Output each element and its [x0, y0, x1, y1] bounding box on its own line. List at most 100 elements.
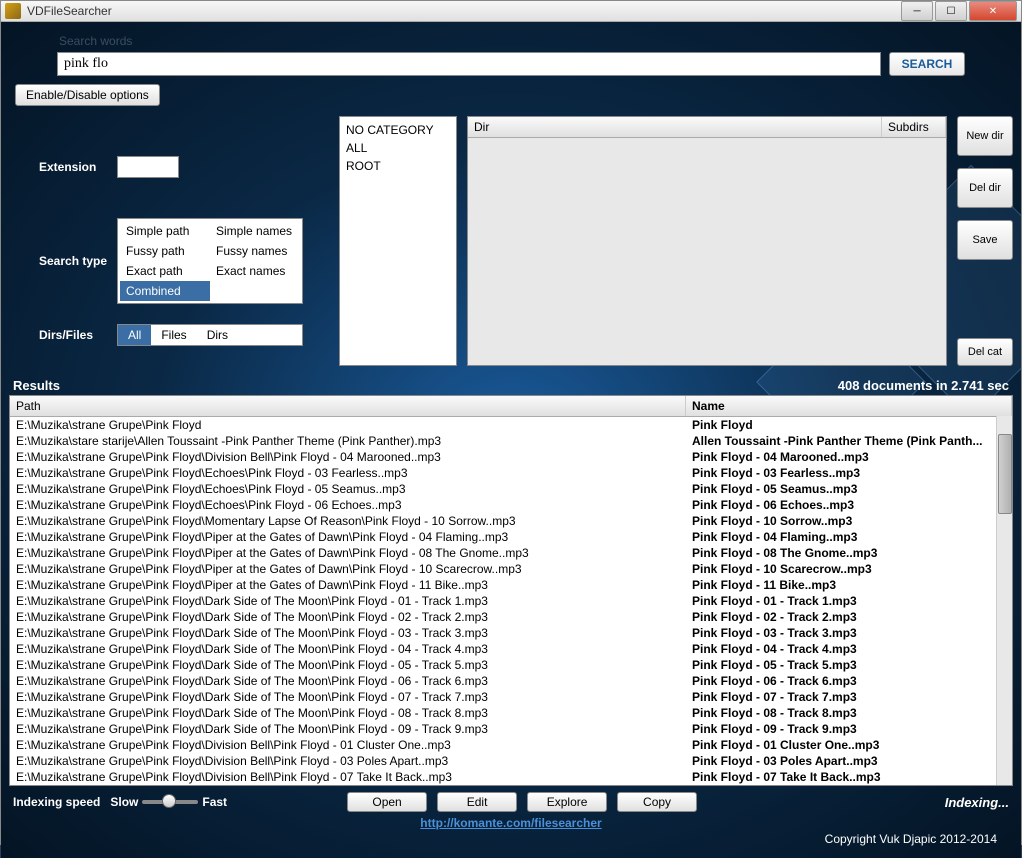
- indexing-status: Indexing...: [945, 795, 1009, 810]
- category-item[interactable]: ROOT: [344, 157, 452, 175]
- path-cell: E:\Muzika\strane Grupe\Pink Floyd\Dark S…: [10, 721, 686, 737]
- directory-table-body[interactable]: [468, 138, 946, 365]
- extension-input[interactable]: [117, 156, 179, 178]
- name-cell: Pink Floyd - 06 Echoes..mp3: [686, 497, 1012, 513]
- path-cell: E:\Muzika\strane Grupe\Pink Floyd\Dark S…: [10, 673, 686, 689]
- table-row[interactable]: E:\Muzika\strane Grupe\Pink Floyd\Echoes…: [10, 497, 1012, 513]
- slow-label: Slow: [110, 795, 138, 809]
- table-row[interactable]: E:\Muzika\strane Grupe\Pink FloydPink Fl…: [10, 417, 1012, 433]
- path-cell: E:\Muzika\strane Grupe\Pink Floyd\Dark S…: [10, 625, 686, 641]
- table-row[interactable]: E:\Muzika\strane Grupe\Pink Floyd\Piper …: [10, 561, 1012, 577]
- name-cell: Pink Floyd - 05 - Track 5.mp3: [686, 657, 1012, 673]
- table-row[interactable]: E:\Muzika\strane Grupe\Pink Floyd\Divisi…: [10, 769, 1012, 785]
- table-row[interactable]: E:\Muzika\strane Grupe\Pink Floyd\Echoes…: [10, 465, 1012, 481]
- table-row[interactable]: E:\Muzika\strane Grupe\Pink Floyd\Divisi…: [10, 753, 1012, 769]
- results-scrollbar[interactable]: [996, 416, 1012, 785]
- path-cell: E:\Muzika\strane Grupe\Pink Floyd\Piper …: [10, 545, 686, 561]
- dirs-files-files[interactable]: Files: [151, 325, 196, 345]
- table-row[interactable]: E:\Muzika\strane Grupe\Pink Floyd\Echoes…: [10, 481, 1012, 497]
- table-row[interactable]: E:\Muzika\strane Grupe\Pink Floyd\Dark S…: [10, 625, 1012, 641]
- save-button[interactable]: Save: [957, 220, 1013, 260]
- table-row[interactable]: E:\Muzika\strane Grupe\Pink Floyd\Dark S…: [10, 609, 1012, 625]
- name-column-header[interactable]: Name: [686, 396, 1012, 416]
- category-list[interactable]: NO CATEGORY ALL ROOT: [339, 116, 457, 366]
- table-row[interactable]: E:\Muzika\strane Grupe\Pink Floyd\Piper …: [10, 529, 1012, 545]
- del-cat-button[interactable]: Del cat: [957, 338, 1013, 366]
- dirs-files-dirs[interactable]: Dirs: [197, 325, 238, 345]
- search-type-fussy-names[interactable]: Fussy names: [210, 241, 300, 261]
- category-item[interactable]: NO CATEGORY: [344, 121, 452, 139]
- search-words-label: Search words: [59, 34, 1013, 48]
- path-cell: E:\Muzika\strane Grupe\Pink Floyd\Moment…: [10, 513, 686, 529]
- table-row[interactable]: E:\Muzika\strane Grupe\Pink Floyd\Dark S…: [10, 657, 1012, 673]
- table-row[interactable]: E:\Muzika\strane Grupe\Pink Floyd\Piper …: [10, 577, 1012, 593]
- dirs-files-all[interactable]: All: [118, 325, 151, 345]
- options-toggle-button[interactable]: Enable/Disable options: [15, 84, 160, 106]
- name-cell: Pink Floyd - 05 Seamus..mp3: [686, 481, 1012, 497]
- search-type-simple-path[interactable]: Simple path: [120, 221, 210, 241]
- slider-thumb[interactable]: [162, 794, 176, 808]
- category-item[interactable]: ALL: [344, 139, 452, 157]
- copy-button[interactable]: Copy: [617, 792, 697, 812]
- table-row[interactable]: E:\Muzika\strane Grupe\Pink Floyd\Dark S…: [10, 689, 1012, 705]
- content-area: Search words SEARCH Enable/Disable optio…: [1, 22, 1021, 858]
- path-cell: E:\Muzika\strane Grupe\Pink Floyd\Divisi…: [10, 737, 686, 753]
- explore-button[interactable]: Explore: [527, 792, 607, 812]
- path-cell: E:\Muzika\strane Grupe\Pink Floyd\Dark S…: [10, 593, 686, 609]
- subdirs-column-header[interactable]: Subdirs: [882, 117, 946, 137]
- dirs-files-label: Dirs/Files: [39, 328, 117, 342]
- path-cell: E:\Muzika\strane Grupe\Pink Floyd\Piper …: [10, 577, 686, 593]
- close-button[interactable]: ✕: [969, 1, 1017, 21]
- dir-column-header[interactable]: Dir: [468, 117, 882, 137]
- table-row[interactable]: E:\Muzika\strane Grupe\Pink Floyd\Piper …: [10, 545, 1012, 561]
- path-cell: E:\Muzika\strane Grupe\Pink Floyd\Dark S…: [10, 609, 686, 625]
- results-label: Results: [13, 378, 60, 393]
- table-row[interactable]: E:\Muzika\strane Grupe\Pink Floyd\Dark S…: [10, 673, 1012, 689]
- indexing-speed-slider[interactable]: [142, 800, 198, 804]
- new-dir-button[interactable]: New dir: [957, 116, 1013, 156]
- path-cell: E:\Muzika\strane Grupe\Pink Floyd\Divisi…: [10, 769, 686, 785]
- path-cell: E:\Muzika\strane Grupe\Pink Floyd\Piper …: [10, 529, 686, 545]
- table-row[interactable]: E:\Muzika\strane Grupe\Pink Floyd\Divisi…: [10, 737, 1012, 753]
- maximize-button[interactable]: ☐: [935, 1, 967, 21]
- search-type-combined[interactable]: Combined: [120, 281, 210, 301]
- scroll-thumb[interactable]: [998, 434, 1012, 514]
- app-window: VDFileSearcher ─ ☐ ✕ Search words SEARCH…: [0, 0, 1022, 845]
- search-type-exact-path[interactable]: Exact path: [120, 261, 210, 281]
- path-column-header[interactable]: Path: [10, 396, 686, 416]
- name-cell: Pink Floyd - 03 Poles Apart..mp3: [686, 753, 1012, 769]
- name-cell: Pink Floyd - 08 The Gnome..mp3: [686, 545, 1012, 561]
- search-type-exact-names[interactable]: Exact names: [210, 261, 300, 281]
- table-row[interactable]: E:\Muzika\strane Grupe\Pink Floyd\Dark S…: [10, 641, 1012, 657]
- name-cell: Pink Floyd - 01 Cluster One..mp3: [686, 737, 1012, 753]
- table-row[interactable]: E:\Muzika\stare starije\Allen Toussaint …: [10, 433, 1012, 449]
- path-cell: E:\Muzika\strane Grupe\Pink Floyd\Dark S…: [10, 689, 686, 705]
- path-cell: E:\Muzika\strane Grupe\Pink Floyd\Divisi…: [10, 753, 686, 769]
- search-type-selector: Simple path Simple names Fussy path Fuss…: [117, 218, 303, 304]
- search-type-fussy-path[interactable]: Fussy path: [120, 241, 210, 261]
- results-table: Path Name E:\Muzika\strane Grupe\Pink Fl…: [9, 395, 1013, 786]
- name-cell: Pink Floyd: [686, 417, 1012, 433]
- edit-button[interactable]: Edit: [437, 792, 517, 812]
- table-row[interactable]: E:\Muzika\strane Grupe\Pink Floyd\Moment…: [10, 513, 1012, 529]
- del-dir-button[interactable]: Del dir: [957, 168, 1013, 208]
- name-cell: Pink Floyd - 06 - Track 6.mp3: [686, 673, 1012, 689]
- homepage-link[interactable]: http://komante.com/filesearcher: [420, 816, 601, 830]
- minimize-button[interactable]: ─: [901, 1, 933, 21]
- results-body[interactable]: E:\Muzika\strane Grupe\Pink FloydPink Fl…: [10, 417, 1012, 785]
- table-row[interactable]: E:\Muzika\strane Grupe\Pink Floyd\Dark S…: [10, 721, 1012, 737]
- open-button[interactable]: Open: [347, 792, 427, 812]
- search-type-simple-names[interactable]: Simple names: [210, 221, 300, 241]
- name-cell: Pink Floyd - 01 - Track 1.mp3: [686, 593, 1012, 609]
- path-cell: E:\Muzika\strane Grupe\Pink Floyd\Echoes…: [10, 497, 686, 513]
- table-row[interactable]: E:\Muzika\strane Grupe\Pink Floyd\Divisi…: [10, 449, 1012, 465]
- table-row[interactable]: E:\Muzika\strane Grupe\Pink Floyd\Dark S…: [10, 593, 1012, 609]
- search-button[interactable]: SEARCH: [889, 52, 965, 76]
- path-cell: E:\Muzika\strane Grupe\Pink Floyd\Dark S…: [10, 657, 686, 673]
- indexing-speed-label: Indexing speed: [13, 795, 100, 809]
- name-cell: Pink Floyd - 02 - Track 2.mp3: [686, 609, 1012, 625]
- name-cell: Pink Floyd - 07 Take It Back..mp3: [686, 769, 1012, 785]
- path-cell: E:\Muzika\strane Grupe\Pink Floyd: [10, 417, 686, 433]
- search-input[interactable]: [57, 52, 881, 76]
- table-row[interactable]: E:\Muzika\strane Grupe\Pink Floyd\Dark S…: [10, 705, 1012, 721]
